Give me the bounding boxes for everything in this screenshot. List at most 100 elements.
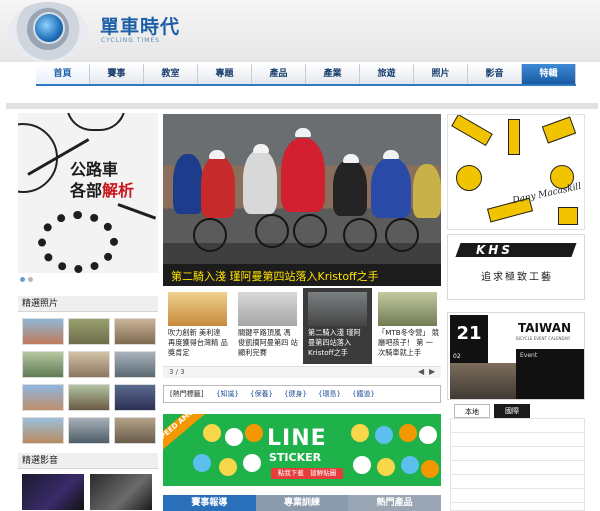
page: 單車時代 CYCLING TIMES 首頁 賽事 教室 專題 產品 產業 旅遊 …: [0, 0, 600, 511]
line-sticker-ad[interactable]: SPEED AMON LINE STICKER 點我下載 搶鮮貼圖: [163, 414, 441, 486]
crank-graphic: [117, 203, 157, 220]
rider-graphic: [243, 150, 277, 214]
promo-title-line2: 各部解析: [70, 180, 134, 201]
news-item[interactable]: 「MTB冬令營」 競廳吧孩子！ 第 一次騎車就上手: [373, 288, 442, 364]
brake-graphic: [508, 119, 520, 155]
featured-videos-heading: 精選影音: [18, 453, 158, 469]
event-day: 21: [450, 315, 488, 353]
tag-link[interactable]: {保養}: [250, 389, 273, 399]
photo-thumb[interactable]: [114, 318, 156, 345]
video-thumb[interactable]: [90, 474, 152, 510]
nav-item-videos[interactable]: 影音: [468, 64, 522, 84]
event-photo: [450, 363, 516, 399]
slider-caption[interactable]: 第二騎入淺 瑾阿曼第四站落入Kristoff之手: [171, 268, 379, 284]
left-column: 公路車 各部解析 精選照片 精選影音: [18, 113, 158, 510]
sticker-graphic: [375, 426, 393, 444]
chevron-right-icon[interactable]: ▶: [429, 367, 435, 376]
rider-graphic: [413, 164, 441, 218]
photo-thumb[interactable]: [22, 318, 64, 345]
hot-tags-label: [熱門標籤]: [170, 390, 204, 398]
hero-slider[interactable]: 第二騎入淺 瑾阿曼第四站落入Kristoff之手: [163, 114, 441, 286]
carousel-dot[interactable]: [20, 277, 25, 282]
photo-thumb[interactable]: [22, 351, 64, 378]
nav-item-home[interactable]: 首頁: [36, 64, 90, 84]
globe-icon: [33, 12, 65, 44]
helmet-graphic: [343, 154, 359, 163]
tag-link[interactable]: {知識}: [216, 389, 239, 399]
helmet-graphic: [295, 128, 311, 137]
tag-link[interactable]: {健身}: [284, 389, 307, 399]
brake-graphic: [456, 165, 482, 191]
sticker-graphic: [419, 426, 437, 444]
promo-title-highlight: 解析: [102, 181, 135, 200]
nav-item-features[interactable]: 專題: [198, 64, 252, 84]
photo-thumb[interactable]: [68, 417, 110, 444]
main-nav: 首頁 賽事 教室 專題 產品 產業 旅遊 照片 影音 特輯: [36, 64, 576, 86]
ribbon-text: SPEED AMON: [163, 414, 201, 444]
nav-item-products[interactable]: 產品: [252, 64, 306, 84]
helmet-graphic: [209, 150, 225, 159]
nav-item-classroom[interactable]: 教室: [144, 64, 198, 84]
promo-title-line1: 公路車: [70, 160, 119, 179]
photo-thumb[interactable]: [68, 318, 110, 345]
news-item[interactable]: 關鍵平路頂風 馮 俊凱摘阿曼第四 站顯利完賽: [233, 288, 302, 364]
speed-amon-ribbon: SPEED AMON: [163, 414, 209, 450]
photo-thumb[interactable]: [114, 351, 156, 378]
brake-graphic: [558, 207, 578, 225]
brake-ad[interactable]: Dany Macaskill: [447, 114, 585, 230]
rider-graphic: [333, 160, 367, 216]
khs-ad[interactable]: KHS 追求極致工藝: [447, 234, 585, 300]
brake-graphic: [451, 115, 493, 147]
photo-thumb[interactable]: [114, 384, 156, 411]
news-title: 關鍵平路頂風 馮 俊凱摘阿曼第四 站顯利完賽: [238, 328, 298, 357]
tab-local[interactable]: 本地: [454, 404, 490, 418]
nav-item-photos[interactable]: 照片: [414, 64, 468, 84]
hot-tags: [熱門標籤] {知識} {保養} {健身} {環島} {鐵道}: [163, 385, 441, 403]
wheel-graphic: [193, 218, 227, 252]
tab-training[interactable]: 專業訓練: [255, 495, 349, 511]
tab-international[interactable]: 國際: [494, 404, 530, 418]
carousel-dot[interactable]: [28, 277, 33, 282]
tag-link[interactable]: {鐵道}: [352, 389, 375, 399]
news-title: 第二騎入淺 瑾阿 曼第四站落入 Kristoff之手: [308, 328, 361, 357]
site-title[interactable]: 單車時代: [100, 12, 180, 39]
news-thumb: [238, 292, 297, 326]
news-item-active[interactable]: 第二騎入淺 瑾阿 曼第四站落入 Kristoff之手: [303, 288, 372, 364]
event-month: 02: [450, 353, 488, 363]
tab-hot-products[interactable]: 熱門產品: [348, 495, 442, 511]
photo-thumb[interactable]: [68, 351, 110, 378]
nav-item-industry[interactable]: 產業: [306, 64, 360, 84]
photo-thumb[interactable]: [22, 384, 64, 411]
rider-graphic: [371, 158, 411, 218]
promo-title: 公路車 各部解析: [70, 159, 134, 201]
khs-logo-bar: [455, 243, 577, 257]
chevron-left-icon[interactable]: ◀: [418, 367, 424, 376]
brake-graphic: [541, 116, 577, 144]
nav-item-races[interactable]: 賽事: [90, 64, 144, 84]
helmet-graphic: [383, 150, 399, 159]
featured-photos-grid: [22, 318, 156, 444]
rider-graphic: [173, 154, 203, 214]
nav-item-special[interactable]: 特輯: [522, 64, 576, 84]
helmet-graphic: [253, 144, 269, 153]
taiwan-subtitle: BICYCLE EVENT CALENDAR: [516, 336, 570, 341]
news-item[interactable]: 吹力創新 美利達 再度獲得台灣精 品獎肯定: [163, 288, 232, 364]
download-button[interactable]: 點我下載 搶鮮貼圖: [271, 468, 343, 479]
khs-logo: KHS: [476, 243, 513, 257]
video-thumb[interactable]: [22, 474, 84, 510]
road-bike-promo[interactable]: 公路車 各部解析: [18, 113, 158, 273]
sticker-graphic: [203, 424, 221, 442]
news-thumb: [308, 292, 367, 326]
sticker-graphic: [421, 460, 439, 478]
nav-item-travel[interactable]: 旅遊: [360, 64, 414, 84]
promo-title-part: 各部: [70, 181, 103, 200]
line-logo: LINE: [267, 426, 327, 451]
taiwan-event-calendar[interactable]: 21 02 TAIWAN BICYCLE EVENT CALENDAR Even…: [447, 312, 585, 400]
photo-thumb[interactable]: [114, 417, 156, 444]
photo-thumb[interactable]: [68, 384, 110, 411]
sticker-graphic: [399, 424, 417, 442]
tag-link[interactable]: {環島}: [318, 389, 341, 399]
photo-thumb[interactable]: [22, 417, 64, 444]
wheel-graphic: [385, 218, 419, 252]
tab-race-reports[interactable]: 賽事報導: [163, 495, 256, 511]
